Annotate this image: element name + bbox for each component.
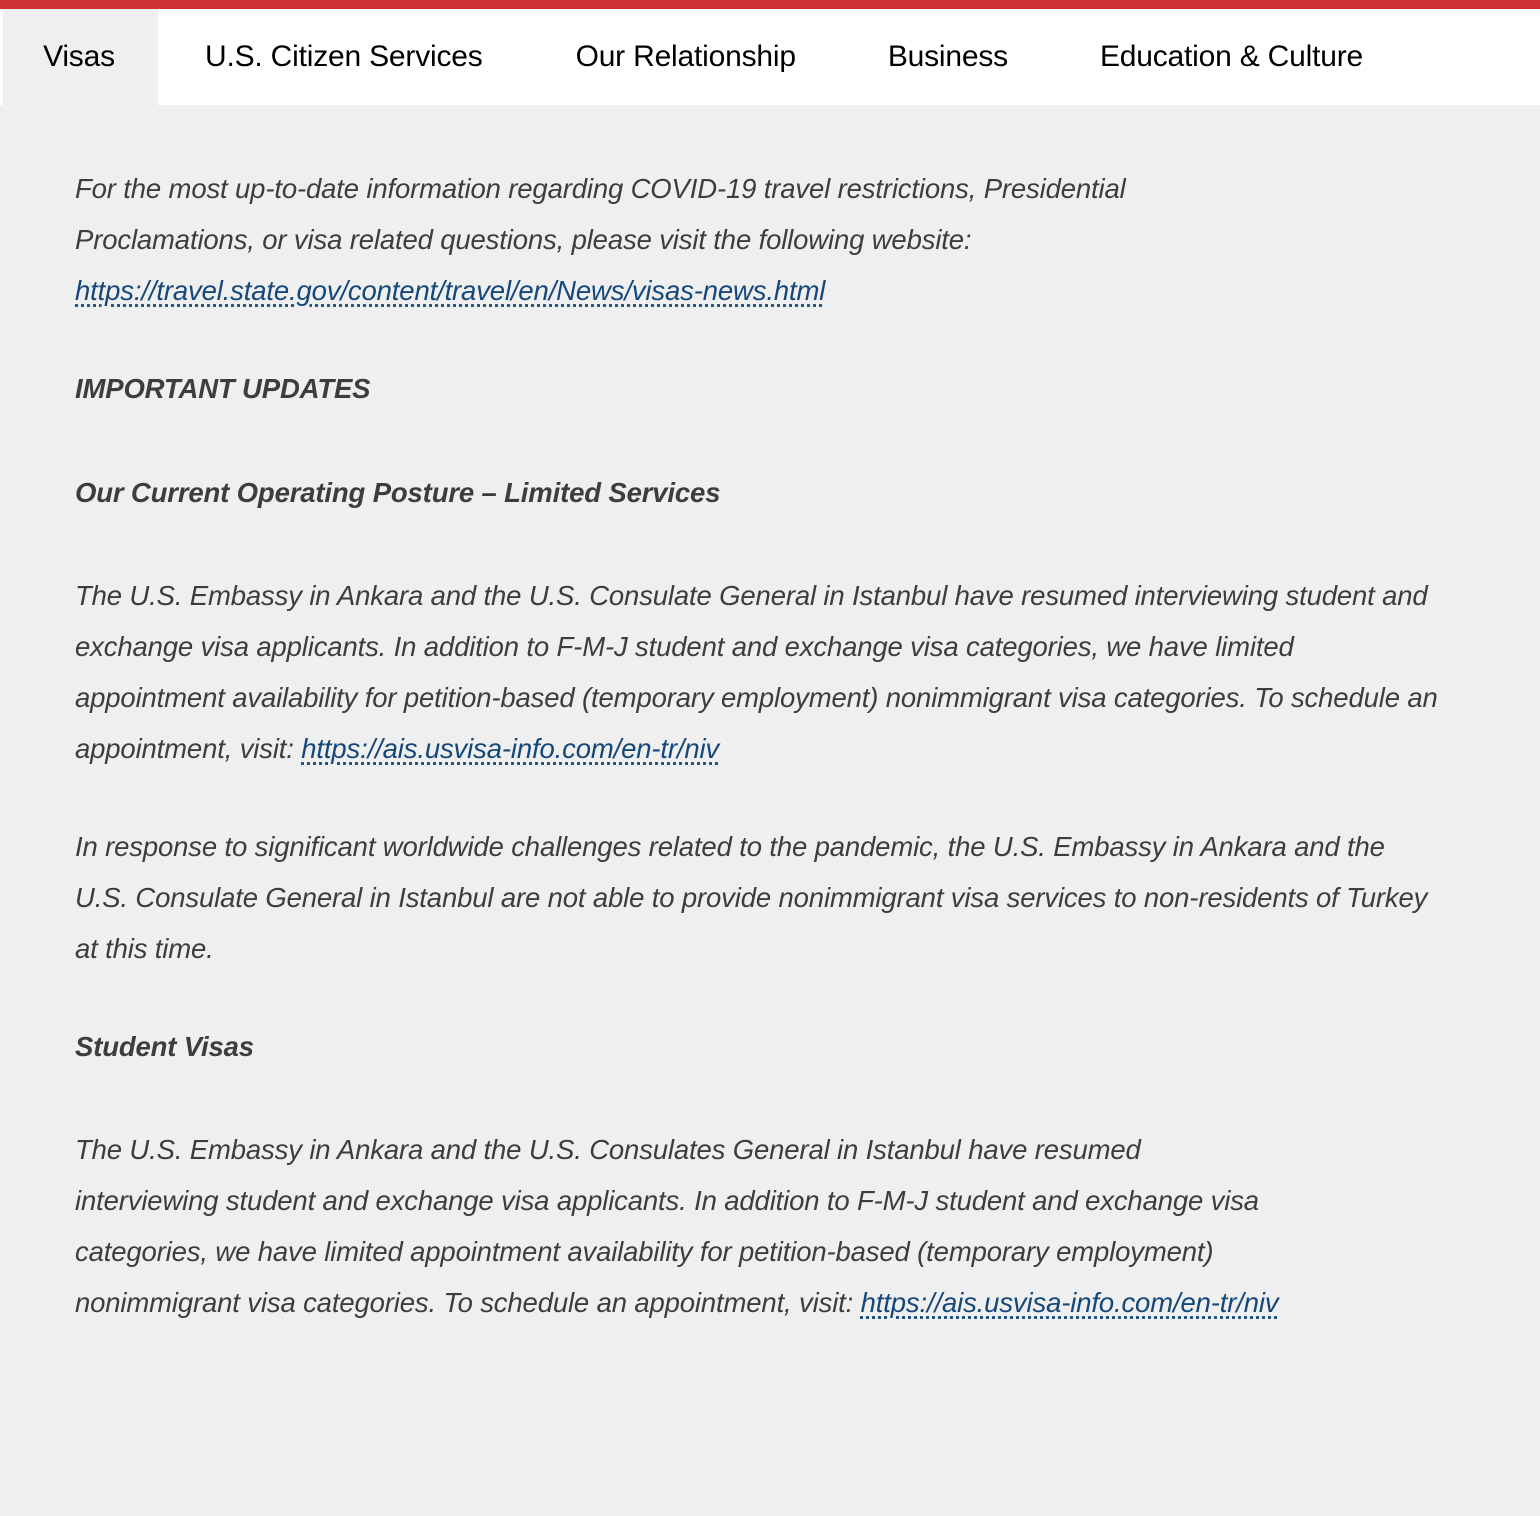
paragraph-student-visas: The U.S. Embassy in Ankara and the U.S. … [75,1124,1285,1328]
tab-us-citizen-services-label: U.S. Citizen Services [205,40,483,73]
tab-business-label: Business [887,40,1008,73]
tab-education-culture[interactable]: Education & Culture [1054,9,1409,105]
ais-usvisa-info-link-posture[interactable]: https://ais.usvisa-info.com/en-tr/niv [301,733,719,764]
travel-state-gov-link[interactable]: https://travel.state.gov/content/travel/… [75,275,825,306]
tab-visas[interactable]: Visas [0,9,158,105]
ais-usvisa-info-link-student[interactable]: https://ais.usvisa-info.com/en-tr/niv [861,1287,1279,1318]
paragraph-operating-posture-text: The U.S. Embassy in Ankara and the U.S. … [75,580,1438,764]
heading-operating-posture: Our Current Operating Posture – Limited … [75,477,721,508]
tab-us-citizen-services[interactable]: U.S. Citizen Services [158,9,530,105]
tab-our-relationship[interactable]: Our Relationship [530,9,842,105]
paragraph-operating-posture: The U.S. Embassy in Ankara and the U.S. … [75,570,1440,774]
tab-business[interactable]: Business [842,9,1054,105]
tab-education-culture-label: Education & Culture [1099,40,1363,73]
paragraph-pandemic: In response to significant worldwide cha… [75,831,1428,964]
tab-our-relationship-label: Our Relationship [575,40,796,73]
tab-visas-label: Visas [43,40,115,73]
heading-student-visas: Student Visas [75,1031,254,1062]
intro-paragraph-text: For the most up-to-date information rega… [75,173,1126,255]
top-accent-bar [0,0,1540,9]
heading-important-updates: IMPORTANT UPDATES [75,373,371,404]
main-content: For the most up-to-date information rega… [0,105,1540,1516]
intro-paragraph: For the most up-to-date information rega… [75,163,1285,316]
primary-navigation-tabs: Visas U.S. Citizen Services Our Relation… [0,9,1540,105]
